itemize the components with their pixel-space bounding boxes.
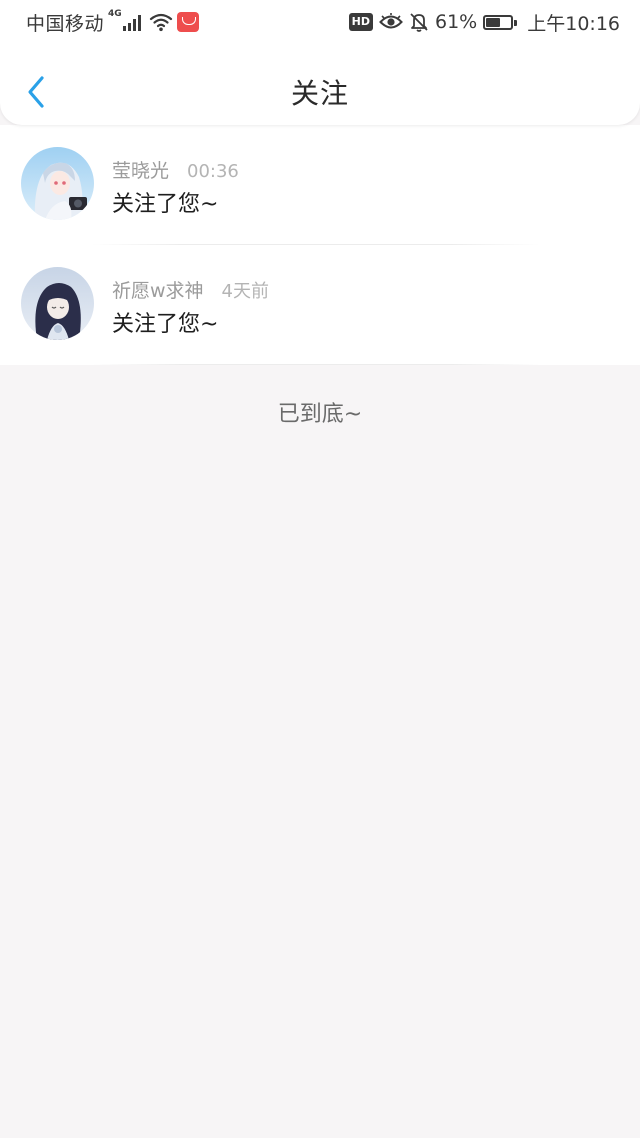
- end-of-list-text: 已到底~: [277, 402, 363, 427]
- item-meta: 莹晓光 00:36: [112, 156, 239, 183]
- mute-bell-icon: [410, 13, 428, 32]
- carrier-label: 中国移动: [26, 12, 105, 35]
- list-item[interactable]: 祈愿w求神 4天前 关注了您~: [0, 245, 640, 365]
- message-text: 关注了您~: [112, 312, 219, 337]
- header-card: 中国移动 4G HD 61% 上午10:16 关注: [0, 0, 640, 125]
- divider: [92, 364, 540, 365]
- status-left: 中国移动 4G: [26, 9, 199, 35]
- battery-icon: [483, 14, 518, 30]
- item-meta: 祈愿w求神 4天前: [112, 276, 269, 303]
- timestamp: 4天前: [221, 281, 269, 302]
- message-text: 关注了您~: [112, 192, 219, 217]
- battery-fill: [486, 17, 501, 27]
- status-right: HD 61% 上午10:16: [348, 9, 620, 35]
- wifi-icon: [149, 13, 172, 32]
- eye-icon: [379, 13, 403, 29]
- timestamp: 00:36: [187, 161, 239, 182]
- username[interactable]: 祈愿w求神: [112, 280, 204, 302]
- signal-icon: [122, 13, 143, 31]
- avatar[interactable]: [21, 147, 94, 220]
- list-item[interactable]: 莹晓光 00:36 关注了您~: [0, 125, 640, 245]
- shopping-app-icon: [176, 12, 199, 32]
- page-title: 关注: [290, 77, 349, 110]
- follow-notification-list: 莹晓光 00:36 关注了您~ 祈愿w求神 4天前 关注了您~: [0, 125, 640, 365]
- avatar[interactable]: [21, 267, 94, 340]
- network-type-label: 4G: [108, 9, 122, 19]
- status-bar: 中国移动 4G HD 61% 上午10:16: [0, 0, 640, 44]
- hd-icon: HD: [348, 13, 373, 31]
- battery-percent: 61%: [435, 11, 478, 33]
- status-time: 上午10:16: [527, 12, 620, 35]
- username[interactable]: 莹晓光: [112, 160, 169, 182]
